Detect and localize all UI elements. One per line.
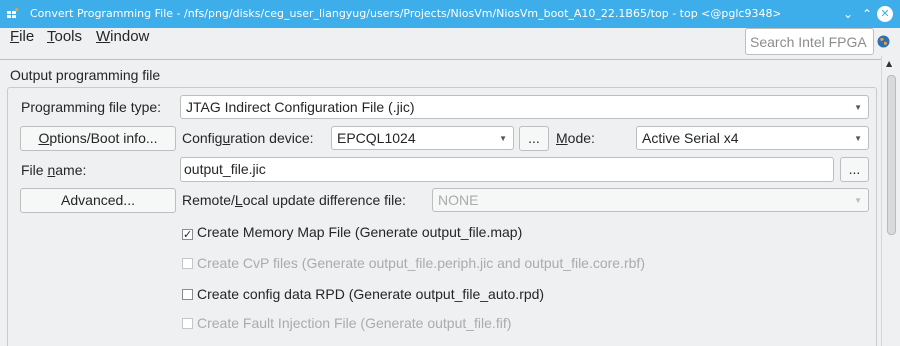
checkbox-box[interactable]: ✓ bbox=[182, 229, 193, 241]
menu-tools-label: ools bbox=[54, 28, 83, 45]
file-name-label-before: File bbox=[21, 162, 48, 178]
title-bar: Convert Programming File - /nfs/png/disk… bbox=[0, 0, 900, 28]
config-label-before: Config bbox=[182, 130, 223, 146]
checkbox-label: Create Memory Map File (Generate output_… bbox=[197, 224, 523, 240]
remote-local-update-select: NONE ▼ bbox=[432, 188, 869, 212]
window-title: Convert Programming File - /nfs/png/disk… bbox=[30, 7, 780, 20]
configuration-device-value: EPCQL1024 bbox=[337, 130, 416, 146]
checkbox-box[interactable] bbox=[182, 289, 193, 300]
checkbox-label: Create CvP files (Generate output_file.p… bbox=[197, 255, 645, 271]
file-browse-button[interactable]: ... bbox=[840, 157, 869, 182]
remote-label-before: Remote/ bbox=[182, 192, 235, 208]
chevron-down-icon: ▼ bbox=[854, 134, 862, 143]
section-title: Output programming file bbox=[10, 67, 161, 83]
chevron-down-icon: ▼ bbox=[854, 103, 862, 112]
options-button-mnemonic: O bbox=[38, 130, 50, 146]
file-name-input[interactable]: output_file.jic bbox=[180, 157, 834, 182]
close-button[interactable]: ✕ bbox=[877, 6, 893, 22]
main-panel: Output programming file Programming file… bbox=[0, 59, 881, 346]
chevron-down-icon: ▼ bbox=[499, 134, 507, 143]
remote-local-update-value: NONE bbox=[438, 192, 479, 208]
menu-file-mnemonic: F bbox=[10, 28, 20, 45]
mode-label-mnemonic: M bbox=[556, 130, 568, 146]
checkbox-box bbox=[182, 258, 193, 269]
mode-select[interactable]: Active Serial x4 ▼ bbox=[636, 126, 869, 150]
mode-label: Mode: bbox=[556, 130, 595, 146]
programming-file-type-select[interactable]: JTAG Indirect Configuration File (.jic) … bbox=[180, 95, 869, 119]
device-browse-button[interactable]: ... bbox=[519, 126, 549, 151]
scroll-thumb[interactable] bbox=[887, 75, 896, 235]
programming-file-type-label: Programming file type: bbox=[21, 99, 162, 115]
menu-tools[interactable]: Tools bbox=[47, 28, 82, 45]
remote-local-update-label: Remote/Local update difference file: bbox=[182, 192, 406, 208]
checkbox-label: Create Fault Injection File (Generate ou… bbox=[197, 315, 512, 331]
options-button-label: ptions/Boot info... bbox=[49, 130, 158, 146]
minimize-button[interactable]: ⌄ bbox=[840, 6, 856, 22]
vertical-scrollbar[interactable]: ▲ bbox=[881, 56, 900, 346]
app-icon bbox=[7, 7, 20, 18]
menu-tools-mnemonic: T bbox=[47, 28, 55, 45]
configuration-device-select[interactable]: EPCQL1024 ▼ bbox=[331, 126, 514, 150]
remote-label-mnemonic: L bbox=[234, 192, 243, 208]
create-config-rpd-checkbox[interactable]: Create config data RPD (Generate output_… bbox=[182, 286, 544, 302]
configuration-device-label: Configuration device: bbox=[182, 130, 314, 146]
config-label-after: ration device: bbox=[230, 130, 314, 146]
advanced-button[interactable]: Advanced... bbox=[20, 188, 176, 213]
checkbox-label: Create config data RPD (Generate output_… bbox=[197, 286, 545, 302]
search-input[interactable]: Search Intel FPGA bbox=[745, 28, 874, 55]
maximize-button[interactable]: ⌃ bbox=[859, 6, 875, 22]
chevron-down-icon: ▼ bbox=[854, 196, 862, 205]
mode-label-text: ode: bbox=[567, 130, 595, 146]
remote-label-after: ocal update difference file: bbox=[242, 192, 406, 208]
file-name-label: File name: bbox=[21, 162, 86, 178]
scroll-up-arrow-icon[interactable]: ▲ bbox=[886, 59, 892, 68]
create-fault-injection-checkbox: Create Fault Injection File (Generate ou… bbox=[182, 315, 511, 331]
mode-value: Active Serial x4 bbox=[642, 130, 739, 146]
menu-window-label: indow bbox=[110, 28, 150, 45]
create-cvp-files-checkbox: Create CvP files (Generate output_file.p… bbox=[182, 255, 645, 271]
file-name-label-after: ame: bbox=[55, 162, 87, 178]
menu-window[interactable]: Window bbox=[96, 28, 149, 45]
menu-file[interactable]: File bbox=[10, 28, 34, 45]
menu-window-mnemonic: W bbox=[96, 28, 111, 45]
globe-icon[interactable] bbox=[877, 35, 890, 48]
checkbox-box bbox=[182, 318, 193, 329]
programming-file-type-value: JTAG Indirect Configuration File (.jic) bbox=[186, 99, 415, 115]
create-memory-map-checkbox[interactable]: ✓ Create Memory Map File (Generate output… bbox=[182, 224, 523, 241]
menu-file-label: ile bbox=[19, 28, 35, 45]
options-boot-info-button[interactable]: Options/Boot info... bbox=[20, 126, 176, 151]
